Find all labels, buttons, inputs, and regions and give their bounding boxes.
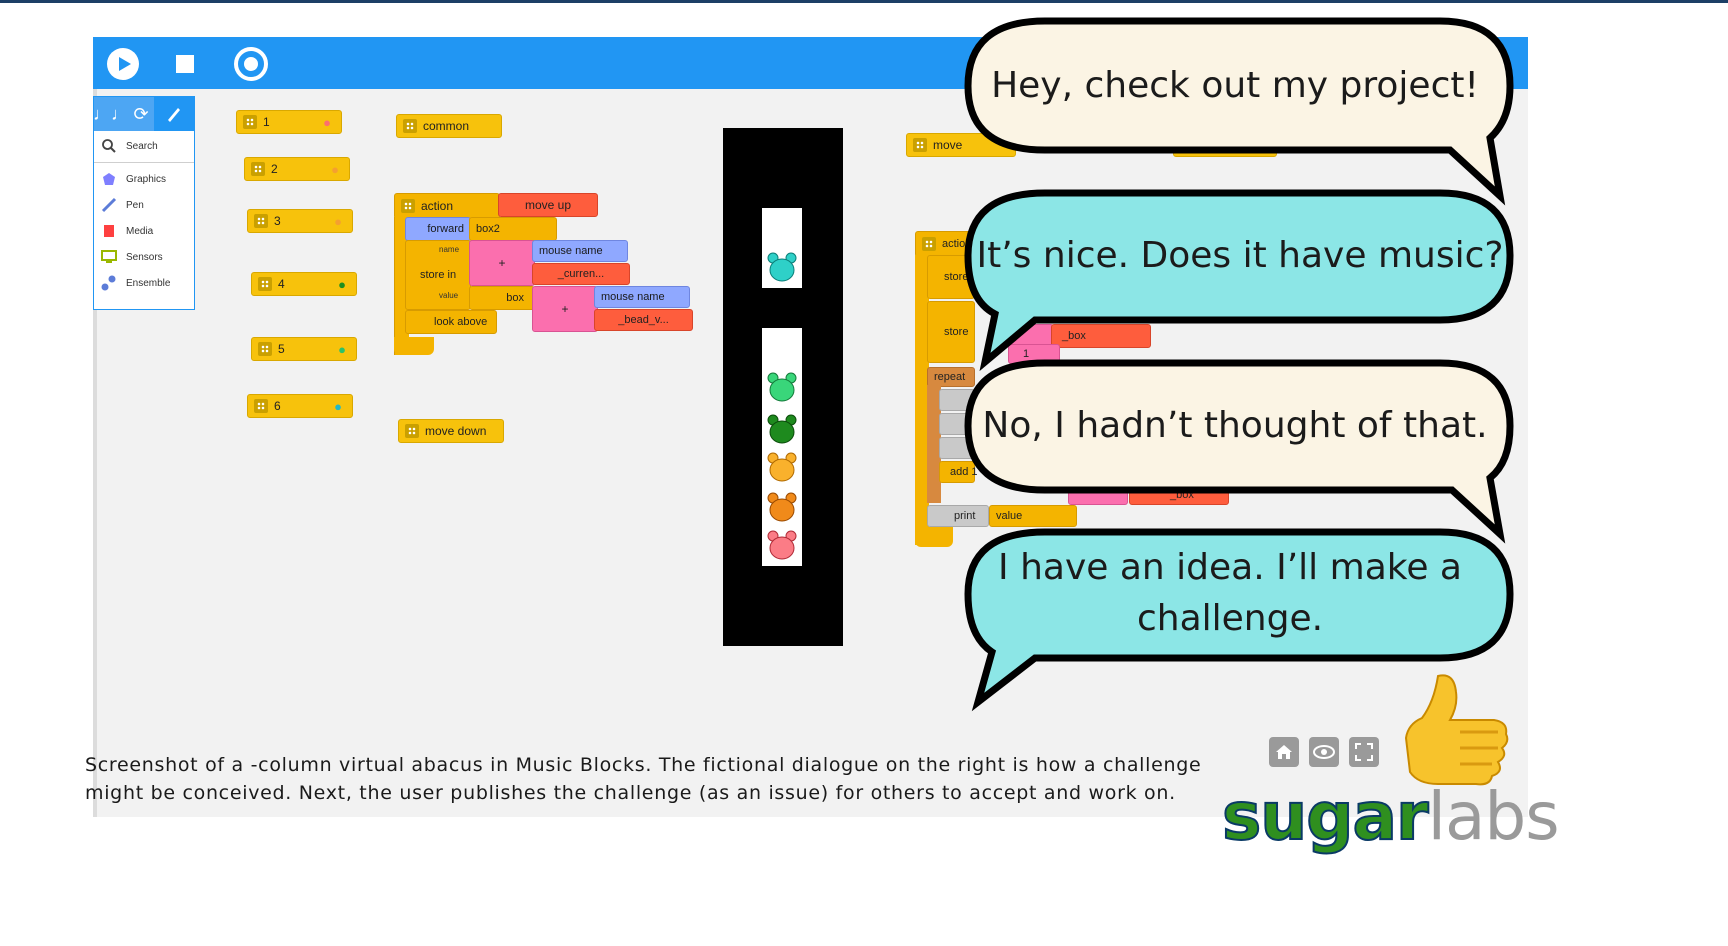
bubble-2-text: It’s nice. Does it have music? [976, 235, 1504, 276]
bubble-3-text: No, I hadn’t thought of that. [982, 405, 1488, 446]
bubble-4-text-line1: I have an idea. I’ll make a [998, 547, 1462, 588]
sugarlabs-logo: sugarlabs [1221, 778, 1560, 855]
bubble-1-text: Hey, check out my project! [991, 65, 1479, 106]
caption: Screenshot of a -column virtual abacus i… [85, 751, 1245, 807]
logo-labs: labs [1427, 778, 1560, 855]
bubble-4-text-line2: challenge. [1136, 598, 1324, 639]
thumbs-up-icon [1404, 674, 1509, 786]
logo-sugar: sugar [1221, 778, 1430, 855]
caption-line-1: Screenshot of a -column virtual abacus i… [85, 754, 1202, 776]
caption-line-2: might be conceived. Next, the user publi… [85, 782, 1176, 804]
